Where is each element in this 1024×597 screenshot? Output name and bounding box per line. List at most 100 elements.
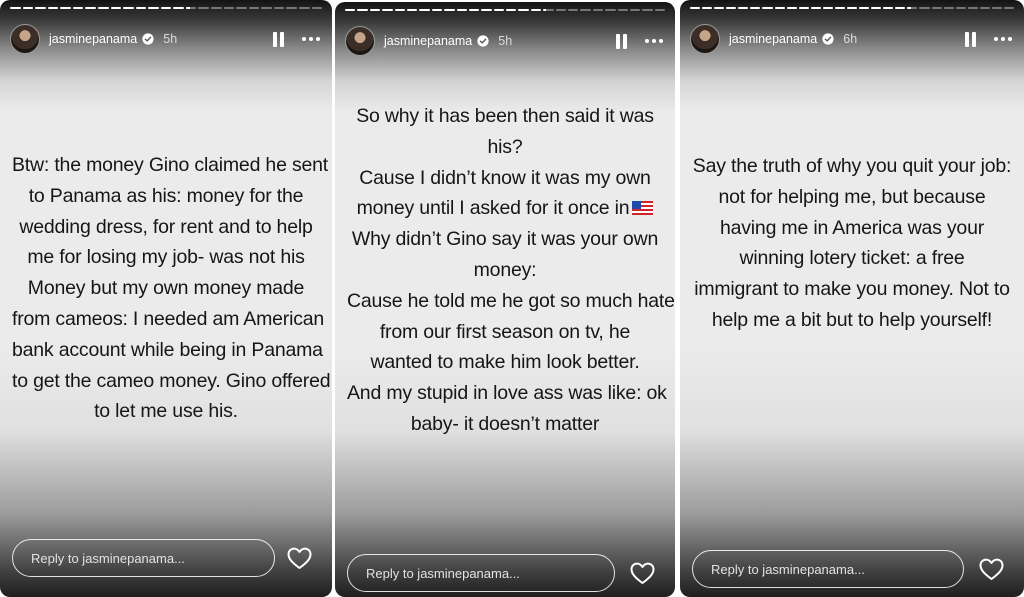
pause-icon[interactable] bbox=[273, 31, 284, 47]
progress-segment bbox=[580, 9, 591, 11]
progress-segment bbox=[382, 9, 393, 11]
avatar[interactable] bbox=[690, 24, 720, 54]
progress-segment bbox=[311, 7, 323, 9]
progress-segment bbox=[248, 7, 260, 9]
progress-segment bbox=[493, 9, 505, 11]
story-text-line: help me a bit but to help yourself! bbox=[711, 308, 993, 331]
story-text-line: not for helping me, but because bbox=[718, 185, 986, 208]
reply-input[interactable] bbox=[12, 539, 275, 577]
progress-segment bbox=[750, 7, 761, 9]
progress-segment bbox=[895, 7, 906, 9]
story-text-line: Cause he told me he got so much hate bbox=[347, 289, 675, 312]
story-progress-bar bbox=[690, 7, 1015, 10]
story-text-line: wedding dress, for rent and to help bbox=[19, 215, 313, 238]
progress-segment bbox=[369, 9, 381, 11]
story-text: Say the truth of why you quit your job: n… bbox=[692, 151, 1012, 336]
progress-segment bbox=[859, 7, 870, 9]
progress-segment bbox=[211, 7, 222, 9]
progress-segment bbox=[135, 7, 147, 9]
reply-bar bbox=[12, 538, 320, 578]
progress-segment bbox=[774, 7, 785, 9]
story-text-line: Cause I didn’t know it was my own bbox=[359, 166, 651, 189]
story-text-line: baby- it doesn’t matter bbox=[410, 412, 600, 435]
progress-segment bbox=[629, 9, 641, 11]
avatar[interactable] bbox=[345, 26, 375, 56]
story-text-line: having me in America was your bbox=[719, 216, 985, 239]
story-text-line: from cameos: I needed am American bbox=[12, 307, 325, 330]
story-text-line: money: bbox=[473, 258, 537, 281]
progress-segment bbox=[654, 9, 666, 11]
progress-segment bbox=[798, 7, 809, 9]
progress-segment bbox=[431, 9, 443, 11]
progress-segment bbox=[22, 7, 34, 9]
progress-segment bbox=[690, 7, 701, 9]
progress-segment bbox=[822, 7, 833, 9]
story-text: So why it has been then said it was his? C… bbox=[347, 101, 675, 440]
progress-segment bbox=[883, 7, 894, 9]
story-text-line: his? bbox=[487, 135, 523, 158]
pause-icon[interactable] bbox=[965, 31, 976, 47]
progress-segment bbox=[236, 7, 247, 9]
story-text-line: to let me use his. bbox=[94, 400, 238, 423]
story-text-line: me for losing my job- was not his bbox=[27, 246, 305, 269]
progress-segment bbox=[345, 9, 356, 11]
progress-segment bbox=[979, 7, 990, 9]
story-text-line: bank account while being in Panama bbox=[12, 338, 323, 361]
progress-segment bbox=[298, 7, 310, 9]
progress-segment bbox=[394, 9, 405, 11]
progress-segment bbox=[1004, 7, 1015, 9]
heart-icon[interactable] bbox=[287, 547, 312, 570]
progress-segment bbox=[847, 7, 858, 9]
reply-input[interactable] bbox=[692, 550, 964, 588]
progress-segment bbox=[60, 7, 71, 9]
progress-segment bbox=[642, 9, 653, 11]
username[interactable]: jasminepanama bbox=[729, 32, 817, 46]
more-options-icon[interactable] bbox=[994, 37, 1012, 41]
progress-segment bbox=[35, 7, 46, 9]
us-flag-icon bbox=[632, 194, 654, 216]
progress-segment bbox=[85, 7, 96, 9]
progress-segment bbox=[605, 9, 616, 11]
story-header: jasminepanama 5h bbox=[345, 25, 663, 57]
story-text-line: So why it has been then said it was bbox=[356, 105, 654, 127]
story-text-line: Say the truth of why you quit your job: bbox=[692, 155, 1012, 177]
progress-segment bbox=[419, 9, 430, 11]
progress-segment bbox=[762, 7, 773, 9]
progress-segment bbox=[592, 9, 604, 11]
story-text: Btw: the money Gino claimed he sent to Pa… bbox=[12, 150, 331, 427]
avatar[interactable] bbox=[10, 24, 40, 54]
pause-icon[interactable] bbox=[616, 33, 627, 49]
progress-segment bbox=[261, 7, 272, 9]
progress-segment bbox=[919, 7, 930, 9]
progress-segment bbox=[456, 9, 467, 11]
heart-icon[interactable] bbox=[979, 558, 1004, 581]
progress-segment bbox=[468, 9, 480, 11]
verified-badge-icon bbox=[477, 35, 489, 47]
progress-segment bbox=[617, 9, 628, 11]
heart-icon[interactable] bbox=[630, 562, 655, 585]
verified-badge-icon bbox=[822, 33, 834, 45]
progress-segment bbox=[543, 9, 554, 11]
story-panel[interactable]: jasminepanama 6h Say the truth of why yo… bbox=[680, 0, 1024, 597]
verified-badge-icon bbox=[142, 33, 154, 45]
progress-segment bbox=[943, 7, 954, 9]
progress-segment bbox=[198, 7, 209, 9]
story-text-line: money until I asked for it once in bbox=[347, 193, 663, 224]
post-time: 6h bbox=[843, 32, 858, 46]
progress-segment bbox=[97, 7, 109, 9]
progress-segment bbox=[786, 7, 797, 9]
story-panel[interactable]: jasminepanama 5h Btw: the money Gino cla… bbox=[0, 0, 332, 597]
more-options-icon[interactable] bbox=[302, 37, 320, 41]
reply-input[interactable] bbox=[347, 554, 615, 592]
story-text-line: Money but my own money made bbox=[27, 277, 305, 300]
progress-segment bbox=[834, 7, 846, 9]
story-panel[interactable]: jasminepanama 5h So why it has been then… bbox=[335, 2, 675, 597]
story-text-line: immigrant to make you money. Not to bbox=[694, 278, 1010, 301]
username[interactable]: jasminepanama bbox=[384, 34, 472, 48]
story-text-line: Btw: the money Gino claimed he sent bbox=[12, 154, 328, 176]
progress-segment bbox=[185, 7, 197, 9]
progress-segment bbox=[530, 9, 542, 11]
username[interactable]: jasminepanama bbox=[49, 32, 137, 46]
story-controls bbox=[273, 31, 320, 47]
more-options-icon[interactable] bbox=[645, 39, 663, 43]
